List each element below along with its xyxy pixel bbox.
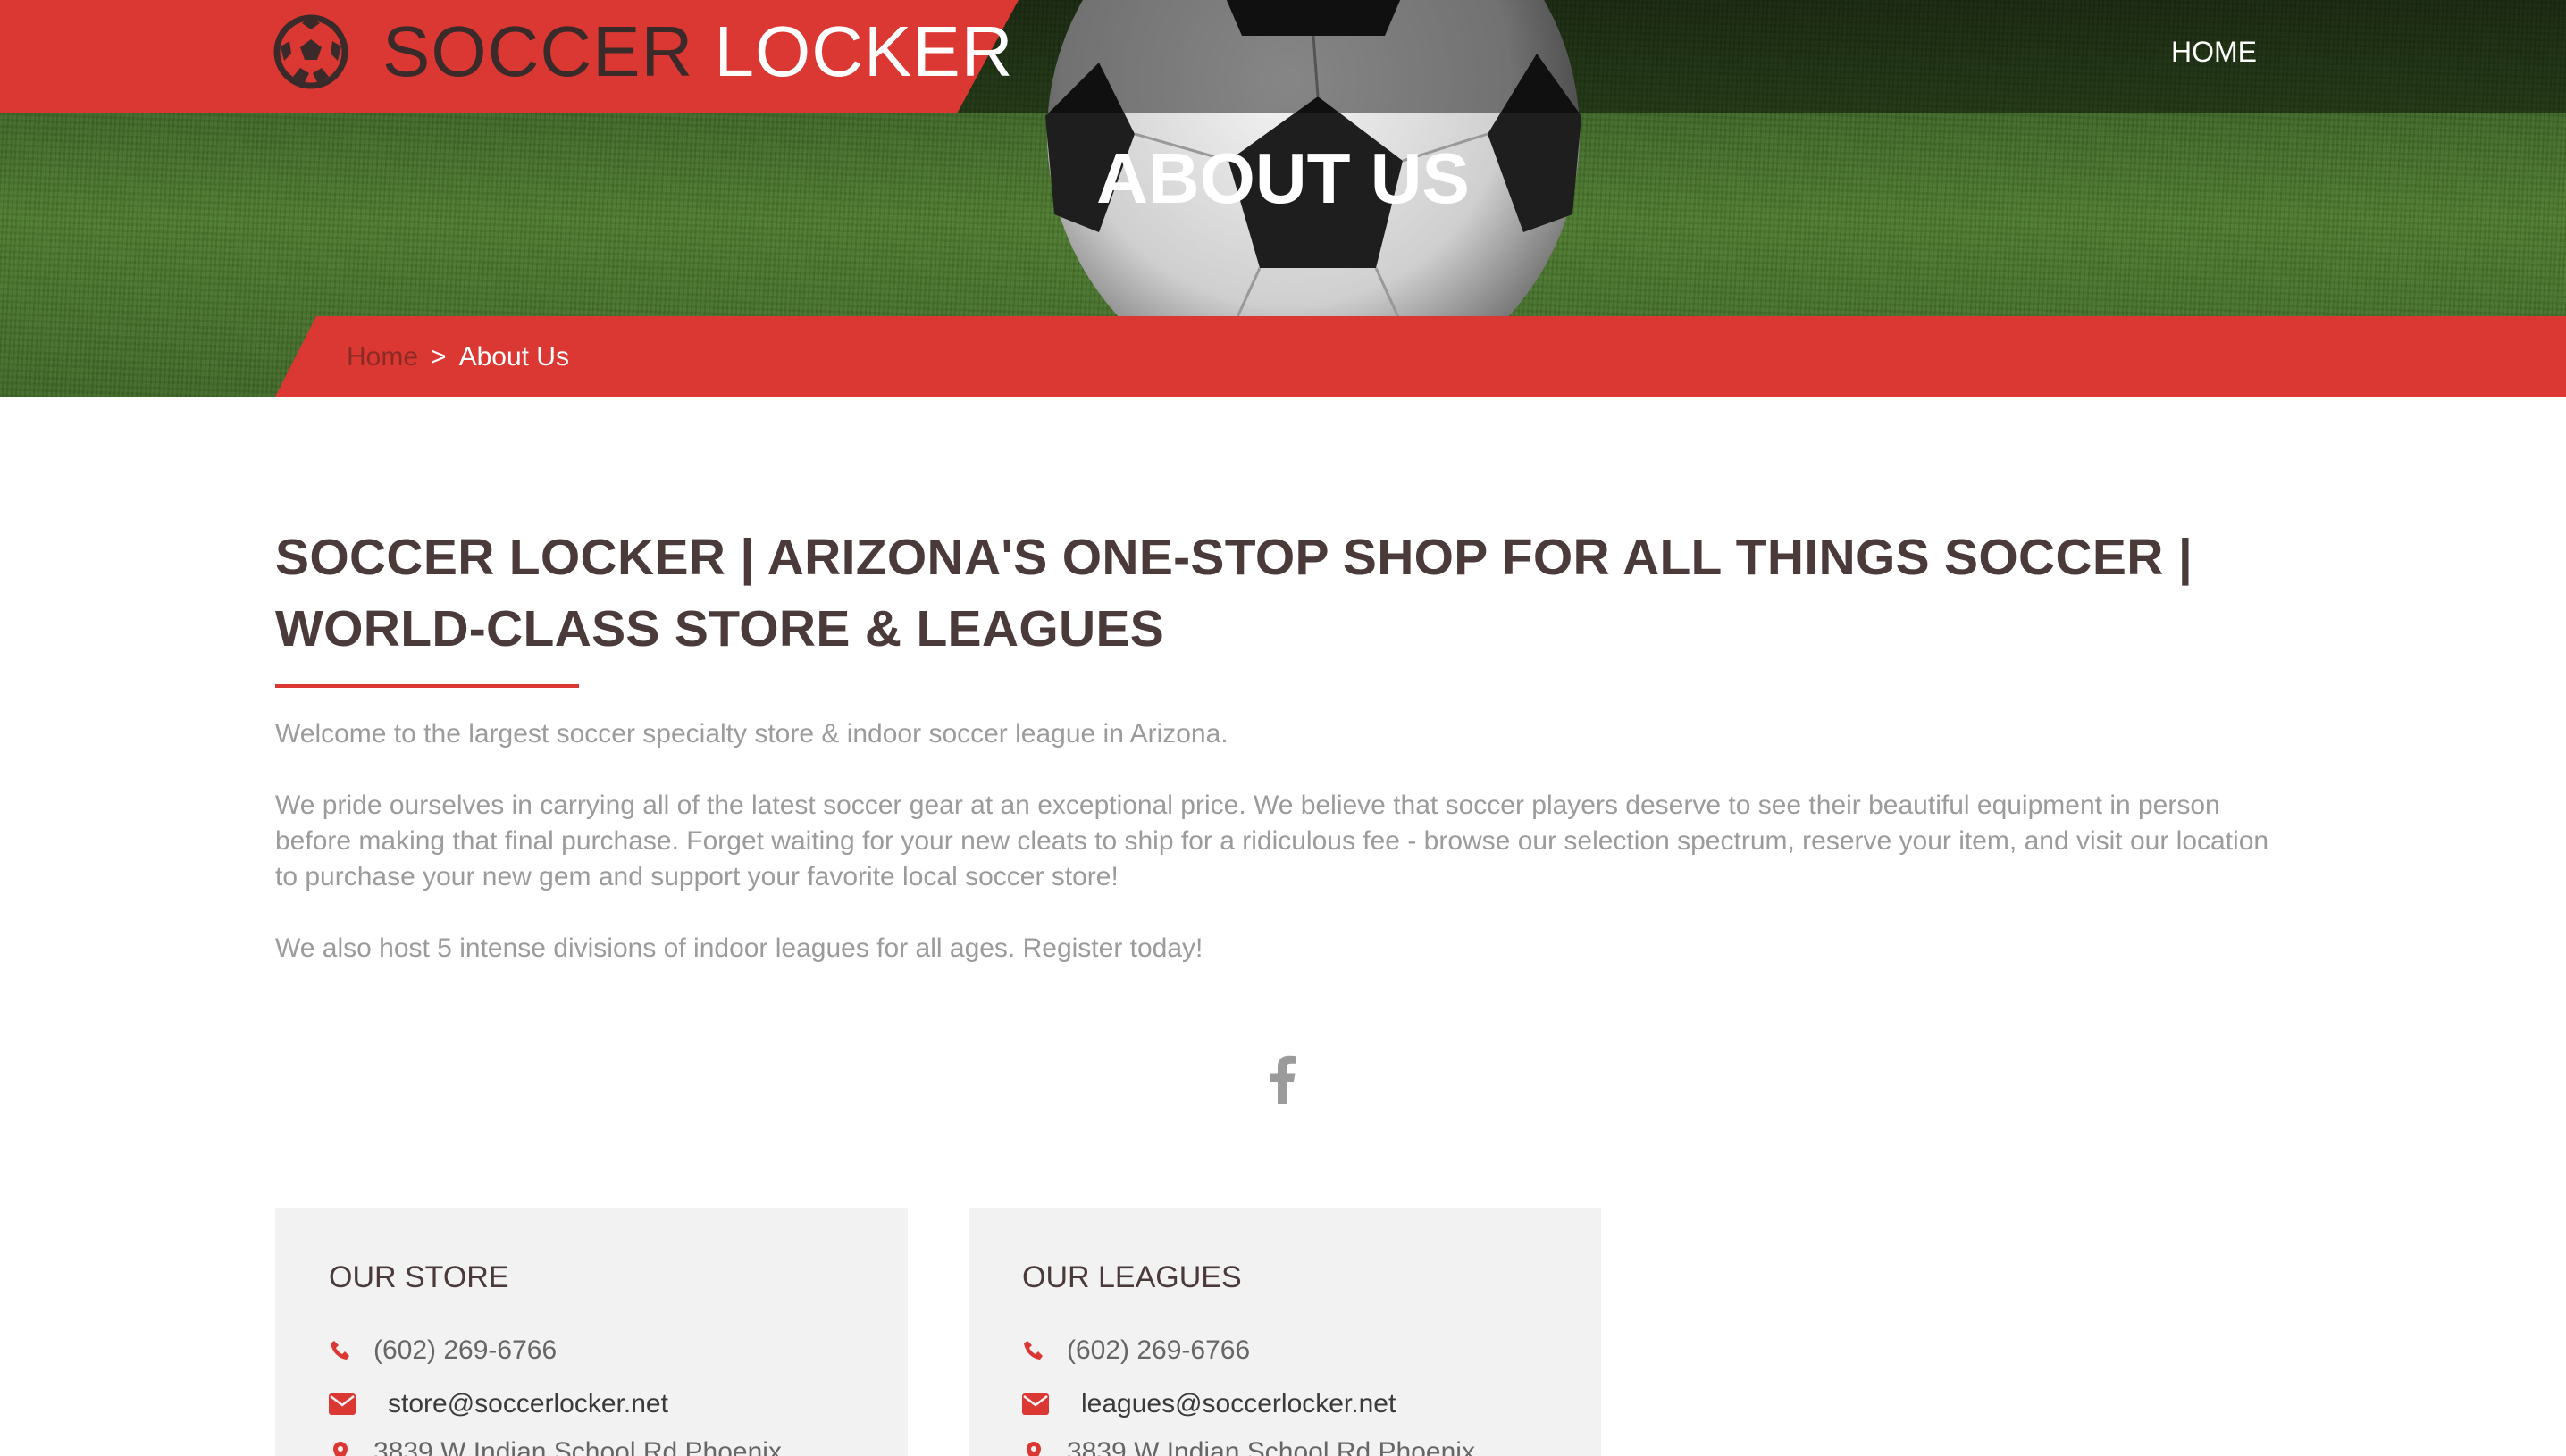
store-email-link[interactable]: store@soccerlocker.net (388, 1386, 668, 1422)
phone-icon (1024, 1341, 1043, 1360)
map-pin-icon (1027, 1442, 1041, 1456)
logo-word-soccer: SOCCER (382, 12, 694, 91)
breadcrumb-separator: > (431, 342, 447, 372)
breadcrumb-home-link[interactable]: Home (347, 342, 418, 372)
store-address: 3839 W Indian School Rd Phoenix (373, 1437, 782, 1456)
section-heading: SOCCER LOCKER | ARIZONA'S ONE-STOP SHOP … (275, 529, 2193, 657)
leagues-address: 3839 W Indian School Rd Phoenix (1067, 1437, 1475, 1456)
leagues-phone: (602) 269-6766 (1067, 1335, 1251, 1365)
envelope-icon (1022, 1393, 1049, 1415)
description-paragraph: We pride ourselves in carrying all of th… (275, 791, 2269, 891)
leagues-paragraph: We also host 5 intense divisions of indo… (275, 933, 1203, 963)
heading-underline (275, 684, 579, 688)
breadcrumb-current: About Us (458, 342, 569, 372)
phone-icon (331, 1341, 349, 1360)
breadcrumb-band (275, 316, 2566, 397)
logo-word-locker: LOCKER (714, 12, 1014, 91)
leagues-card: OUR LEAGUES (602) 269-6766 leagues@socce… (969, 1208, 1601, 1456)
store-phone: (602) 269-6766 (373, 1335, 558, 1365)
leagues-email-link[interactable]: leagues@soccerlocker.net (1081, 1386, 1396, 1422)
nav-home-link[interactable]: HOME (2171, 34, 2257, 70)
envelope-icon (329, 1393, 356, 1415)
leagues-phone-row: (602) 269-6766 (1022, 1333, 1250, 1368)
intro-paragraph: Welcome to the largest soccer specialty … (275, 719, 1228, 749)
leagues-email-row: leagues@soccerlocker.net (1022, 1386, 1396, 1422)
page-title: ABOUT US (1096, 138, 1470, 218)
map-pin-icon (333, 1442, 348, 1456)
store-address-row: 3839 W Indian School Rd Phoenix (329, 1435, 782, 1456)
store-email-row: store@soccerlocker.net (329, 1386, 668, 1422)
store-card-title: OUR STORE (329, 1260, 509, 1294)
breadcrumb: Home > About Us (347, 339, 569, 375)
soccer-ball-icon (273, 14, 348, 89)
store-phone-row: (602) 269-6766 (329, 1333, 557, 1368)
leagues-card-title: OUR LEAGUES (1022, 1260, 1242, 1294)
logo-text: SOCCER LOCKER (382, 11, 1013, 93)
leagues-address-row: 3839 W Indian School Rd Phoenix (1022, 1435, 1475, 1456)
store-card: OUR STORE (602) 269-6766 store@soccerloc… (275, 1208, 908, 1456)
facebook-icon (1270, 1055, 1296, 1104)
